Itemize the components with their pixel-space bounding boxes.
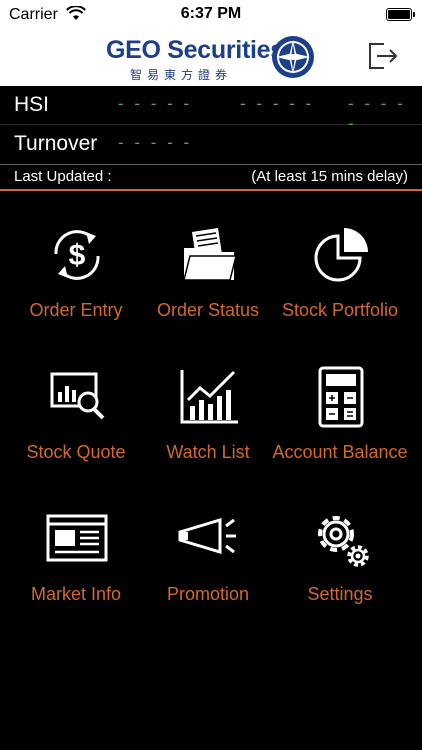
stock-portfolio-label: Stock Portfolio — [281, 300, 399, 320]
hsi-row: HSI - - - - - - - - - - - - - - - — [0, 86, 422, 133]
last-updated-bar: Last Updated : (At least 15 mins delay) — [0, 164, 422, 191]
logo-subtitle: 智易東方證券 — [130, 68, 233, 82]
promotion-button[interactable]: Promotion — [138, 508, 278, 638]
compass-logo-icon — [272, 36, 314, 78]
hsi-change: - - - - - — [240, 94, 315, 113]
watch-list-button[interactable]: Watch List — [138, 366, 278, 496]
status-bar: Carrier 6:37 PM — [0, 0, 422, 30]
stock-portfolio-button[interactable]: Stock Portfolio — [270, 224, 410, 354]
turnover-label: Turnover — [14, 132, 98, 155]
account-balance-button[interactable]: Account Balance — [270, 366, 410, 496]
delay-note: (At least 15 mins delay) — [251, 168, 408, 185]
clock: 6:37 PM — [180, 5, 242, 22]
rising-bar-chart-icon — [180, 370, 238, 424]
gears-icon — [318, 516, 369, 567]
account-balance-label: Account Balance — [272, 442, 408, 462]
hsi-value: - - - - - — [118, 94, 193, 113]
logout-icon[interactable] — [364, 38, 400, 74]
pie-chart-icon — [314, 228, 368, 282]
turnover-row: Turnover - - - - - — [0, 125, 422, 163]
hsi-label: HSI — [14, 93, 50, 116]
order-entry-button[interactable]: $ Order Entry — [6, 224, 146, 354]
market-info-button[interactable]: Market Info — [6, 508, 146, 638]
app-header: GEO Securities 智易東方證券 — [0, 30, 422, 86]
calculator-icon — [318, 366, 364, 428]
megaphone-icon — [178, 517, 236, 555]
settings-label: Settings — [307, 584, 373, 604]
newspaper-icon — [46, 514, 108, 562]
svg-text:$: $ — [69, 239, 86, 272]
settings-button[interactable]: Settings — [270, 508, 410, 638]
stock-quote-button[interactable]: Stock Quote — [6, 366, 146, 496]
market-ticker: HSI - - - - - - - - - - - - - - - Turnov… — [0, 86, 422, 164]
chart-magnifier-icon — [50, 372, 105, 420]
order-status-button[interactable]: Order Status — [138, 224, 278, 354]
last-updated-label: Last Updated : — [14, 168, 112, 185]
dollar-exchange-icon: $ — [54, 230, 100, 280]
battery-icon — [386, 8, 415, 21]
logo-text: GEO Securities — [106, 36, 284, 64]
folder-documents-icon — [183, 228, 237, 281]
turnover-value: - - - - - — [118, 133, 193, 152]
